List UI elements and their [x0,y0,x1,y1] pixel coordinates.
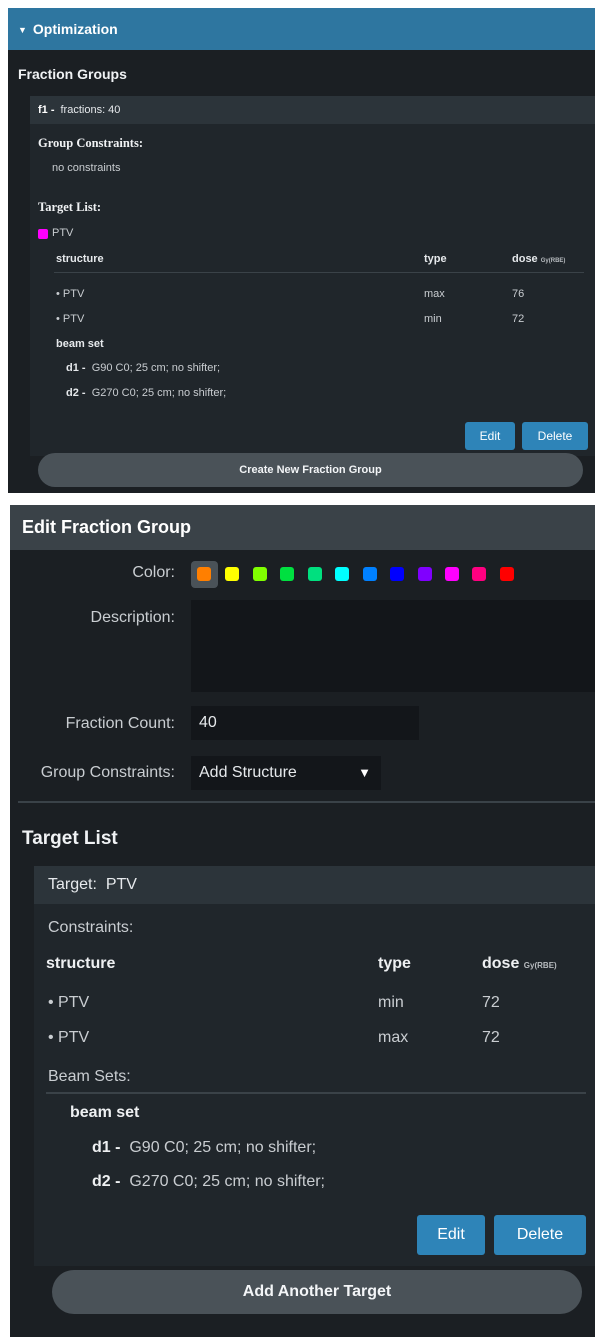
table-row-type: min [378,994,404,1011]
target-card-header: Target: PTV [34,866,595,904]
color-swatch-orange[interactable] [197,567,211,581]
target-card: Target: PTV Constraints: structure type … [34,866,595,1266]
beam-sets-label: Beam Sets: [48,1068,131,1085]
dose-unit: Gy(RBE) [540,258,566,264]
fraction-count-label: Fraction Count: [65,715,175,732]
color-swatch-lime[interactable] [253,567,267,581]
column-type: type [424,253,447,265]
table-row-structure: • PTV [48,1029,90,1046]
color-swatch-rose[interactable] [472,567,486,581]
group-constraints-label: Group Constraints: [40,764,175,781]
edit-fraction-group-panel: Edit Fraction Group Color: Description: … [10,505,595,1337]
group-constraints-label: Group Constraints: [38,136,143,150]
color-swatch-spring-green[interactable] [308,567,322,581]
color-swatch-cyan[interactable] [335,567,349,581]
table-row-dose: 72 [482,1029,500,1046]
section-divider [18,801,595,803]
color-swatch-green[interactable] [280,567,294,581]
table-row-dose: 72 [482,994,500,1011]
column-dose: dose Gy(RBE) [512,253,566,265]
beam-row: d1 - G90 C0; 25 cm; no shifter; [66,362,221,374]
table-row-structure: • PTV [56,288,85,300]
color-swatch-blue[interactable] [390,567,404,581]
color-swatch-magenta[interactable] [445,567,459,581]
column-structure: structure [56,253,104,265]
color-swatch-red[interactable] [500,567,514,581]
beam-row: d2 - G270 C0; 25 cm; no shifter; [66,387,227,399]
dropdown-arrow-icon: ▼ [358,765,371,780]
target-label: Target: [48,876,97,893]
table-row-structure: • PTV [56,313,85,325]
table-row-type: max [424,288,445,300]
column-dose: dose Gy(RBE) [482,955,557,972]
fraction-count-input[interactable]: 40 [191,706,419,740]
delete-button[interactable]: Delete [522,422,588,450]
column-structure: structure [46,955,116,972]
edit-button[interactable]: Edit [417,1215,485,1255]
fraction-group-fractions: fractions: 40 [60,104,121,116]
color-swatch-violet[interactable] [418,567,432,581]
table-row-structure: • PTV [48,994,90,1011]
optimization-header-label: Optimization [32,21,118,37]
group-constraints-value: Add Structure [199,764,297,781]
fraction-group-card: f1 - fractions: 40 Group Constraints: no … [30,96,595,456]
table-row-dose: 72 [512,313,525,325]
optimization-panel: ▼ Optimization Fraction Groups f1 - fracti… [8,8,595,493]
color-swatch-azure[interactable] [363,567,377,581]
constraints-label: Constraints: [48,919,134,936]
table-row-type: min [424,313,442,325]
target-list-title: Target List [22,828,118,849]
color-swatch-yellow[interactable] [225,567,239,581]
table-divider [54,272,584,273]
description-field[interactable] [191,600,595,692]
target-list-label: Target List: [38,200,102,214]
group-constraints-select[interactable]: Add Structure ▼ [191,756,381,790]
no-constraints-text: no constraints [52,162,121,174]
target-name: PTV [105,876,137,893]
delete-button[interactable]: Delete [494,1215,586,1255]
target-name: PTV [52,227,74,239]
fraction-group-card-header: f1 - fractions: 40 [30,96,595,124]
beam-row: d2 - G270 C0; 25 cm; no shifter; [92,1173,325,1190]
beam-set-label: beam set [56,338,104,350]
fraction-groups-title: Fraction Groups [18,66,127,82]
edit-fraction-group-header: Edit Fraction Group [10,505,595,550]
target-color-swatch [38,229,48,239]
beam-set-label: beam set [70,1104,140,1121]
create-fraction-group-button[interactable]: Create New Fraction Group [38,453,583,487]
optimization-header[interactable]: ▼ Optimization [8,8,595,50]
collapse-triangle-icon[interactable]: ▼ [18,25,27,35]
dose-unit: Gy(RBE) [523,961,557,970]
column-type: type [378,955,411,972]
beam-row: d1 - G90 C0; 25 cm; no shifter; [92,1139,317,1156]
target-card-divider [46,1092,586,1094]
color-label: Color: [132,564,175,581]
fraction-group-id: f1 - [38,104,55,116]
table-row-type: max [378,1029,409,1046]
add-another-target-button[interactable]: Add Another Target [52,1270,582,1314]
edit-button[interactable]: Edit [465,422,515,450]
table-row-dose: 76 [512,288,525,300]
description-label: Description: [90,609,175,626]
